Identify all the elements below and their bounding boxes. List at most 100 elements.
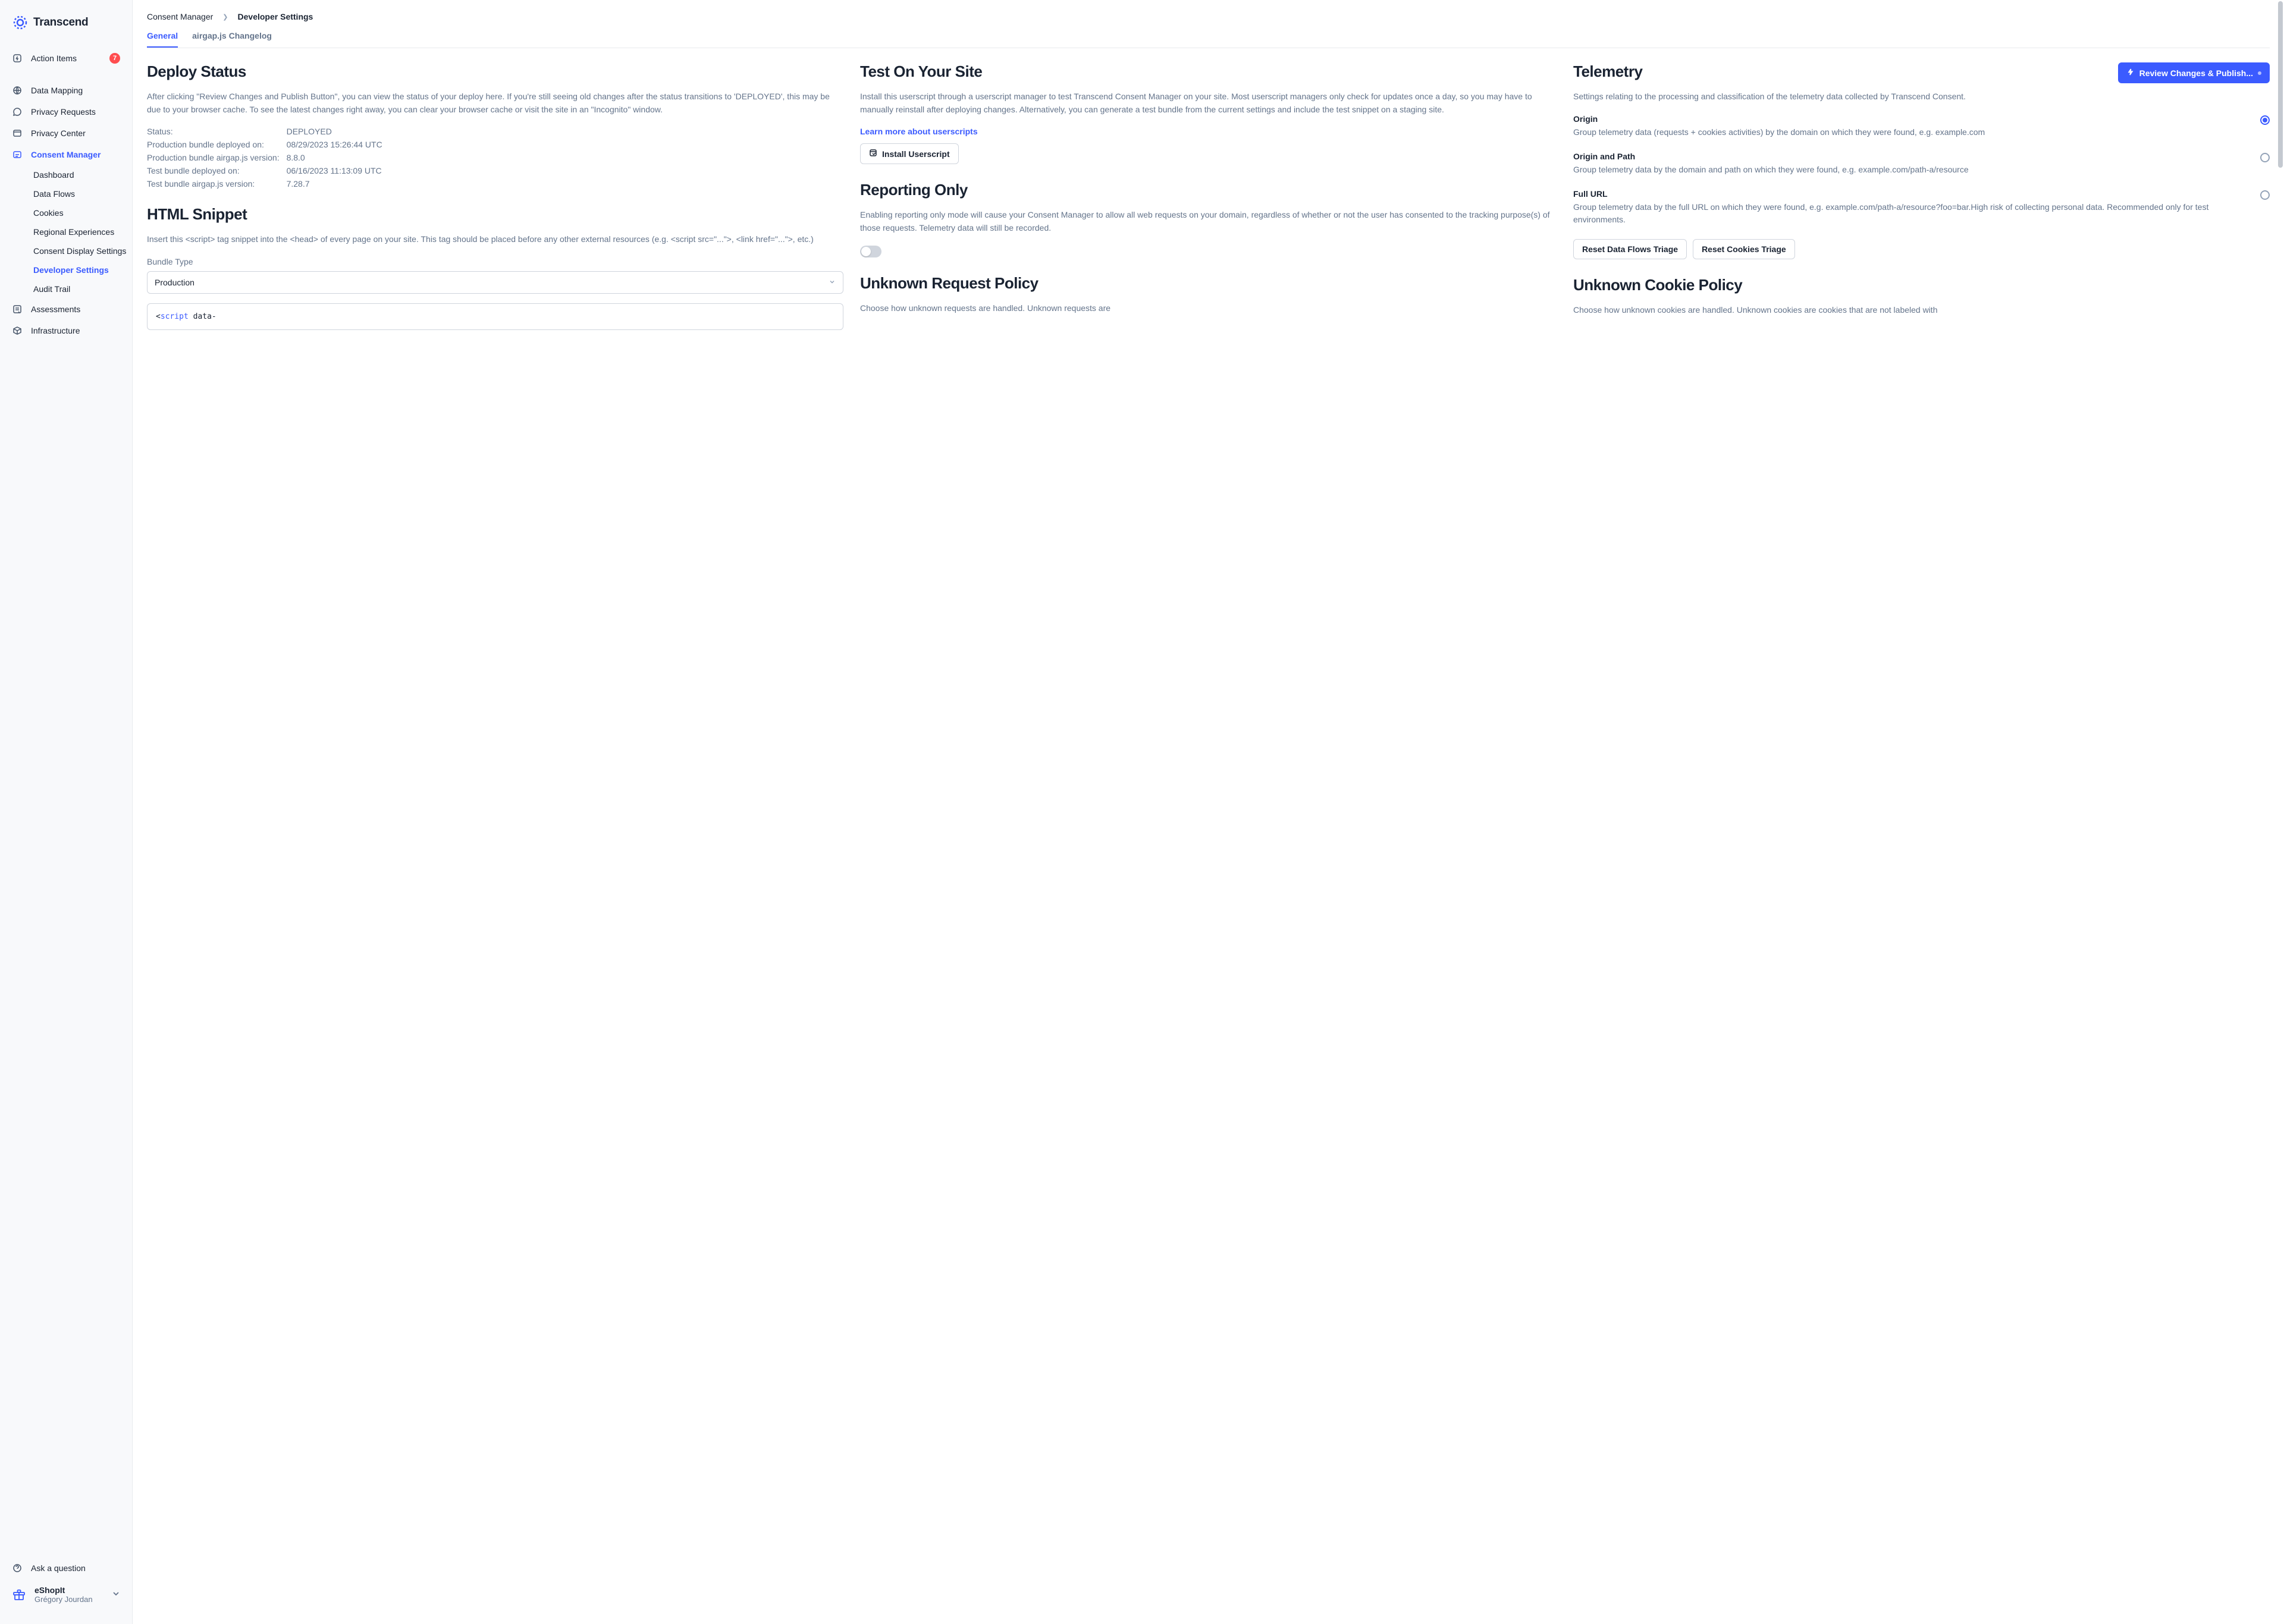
reset-cookies-button[interactable]: Reset Cookies Triage bbox=[1693, 239, 1795, 259]
test-on-value: 06/16/2023 11:13:09 UTC bbox=[287, 166, 843, 175]
cube-icon bbox=[12, 325, 23, 336]
bolt-icon bbox=[12, 53, 23, 64]
main-content: Consent Manager ❯ Developer Settings Gen… bbox=[133, 0, 2284, 1624]
globe-icon bbox=[12, 85, 23, 96]
bundle-type-value: Production bbox=[155, 278, 194, 287]
unknown-req-heading: Unknown Request Policy bbox=[860, 274, 1557, 293]
snippet-heading: HTML Snippet bbox=[147, 205, 843, 224]
reporting-heading: Reporting Only bbox=[860, 181, 1557, 199]
snippet-desc: Insert this <script> tag snippet into th… bbox=[147, 233, 843, 246]
telemetry-desc: Settings relating to the processing and … bbox=[1573, 90, 2270, 103]
subnav-display-settings[interactable]: Consent Display Settings bbox=[33, 241, 132, 260]
reporting-desc: Enabling reporting only mode will cause … bbox=[860, 209, 1557, 234]
telemetry-option-origin-path[interactable]: Origin and Path Group telemetry data by … bbox=[1573, 152, 2270, 176]
opt-label: Origin and Path bbox=[1573, 152, 2251, 161]
unknown-cookie-desc: Choose how unknown cookies are handled. … bbox=[1573, 304, 2270, 317]
radio-icon[interactable] bbox=[2260, 190, 2270, 200]
opt-desc: Group telemetry data by the full URL on … bbox=[1573, 201, 2251, 226]
tabs: General airgap.js Changelog bbox=[147, 25, 2270, 48]
badge-count: 7 bbox=[109, 53, 120, 64]
test-ver-value: 7.28.7 bbox=[287, 179, 843, 189]
test-ver-key: Test bundle airgap.js version: bbox=[147, 179, 280, 189]
prod-ver-value: 8.8.0 bbox=[287, 153, 843, 162]
user-name: Grégory Jourdan bbox=[34, 1595, 103, 1604]
breadcrumb-parent[interactable]: Consent Manager bbox=[147, 12, 213, 21]
user-menu[interactable]: eShopIt Grégory Jourdan bbox=[12, 1579, 120, 1610]
snippet-code[interactable]: <script data- bbox=[147, 303, 843, 330]
chevron-right-icon: ❯ bbox=[222, 13, 228, 21]
ask-label: Ask a question bbox=[31, 1563, 86, 1573]
chevron-down-icon bbox=[829, 278, 836, 287]
prod-on-key: Production bundle deployed on: bbox=[147, 140, 280, 149]
bundle-type-select[interactable]: Production bbox=[147, 271, 843, 294]
nav-action-items[interactable]: Action Items 7 bbox=[0, 48, 132, 69]
telemetry-option-origin[interactable]: Origin Group telemetry data (requests + … bbox=[1573, 114, 2270, 139]
bundle-type-label: Bundle Type bbox=[147, 257, 843, 266]
subnav-audit-trail[interactable]: Audit Trail bbox=[33, 279, 132, 299]
chat-icon bbox=[12, 106, 23, 117]
nav-infrastructure[interactable]: Infrastructure bbox=[0, 320, 132, 341]
nav-label: Privacy Center bbox=[31, 128, 86, 138]
chevron-down-icon bbox=[112, 1590, 120, 1600]
reporting-toggle[interactable] bbox=[860, 246, 881, 257]
publish-button[interactable]: Review Changes & Publish... bbox=[2118, 62, 2270, 83]
unknown-cookie-heading: Unknown Cookie Policy bbox=[1573, 276, 2270, 294]
org-name: eShopIt bbox=[34, 1585, 103, 1595]
main-nav: Action Items 7 Data Mapping Privacy Requ… bbox=[0, 48, 132, 1557]
test-site-heading: Test On Your Site bbox=[860, 62, 1557, 81]
status-value: DEPLOYED bbox=[287, 127, 843, 136]
ask-question[interactable]: Ask a question bbox=[12, 1557, 120, 1579]
help-icon bbox=[12, 1563, 23, 1573]
nav-label: Privacy Requests bbox=[31, 107, 96, 117]
nav-privacy-requests[interactable]: Privacy Requests bbox=[0, 101, 132, 122]
sidebar: Transcend Action Items 7 Data Mapping Pr… bbox=[0, 0, 133, 1624]
nav-label: Data Mapping bbox=[31, 86, 83, 95]
subnav-regional[interactable]: Regional Experiences bbox=[33, 222, 132, 241]
install-userscript-button[interactable]: Install Userscript bbox=[860, 143, 959, 164]
breadcrumb: Consent Manager ❯ Developer Settings bbox=[147, 12, 2270, 21]
subnav-developer-settings[interactable]: Developer Settings bbox=[33, 260, 132, 279]
consent-subnav: Dashboard Data Flows Cookies Regional Ex… bbox=[0, 165, 132, 299]
telemetry-option-full-url[interactable]: Full URL Group telemetry data by the ful… bbox=[1573, 189, 2270, 226]
test-on-key: Test bundle deployed on: bbox=[147, 166, 280, 175]
opt-desc: Group telemetry data (requests + cookies… bbox=[1573, 126, 2251, 139]
window-icon bbox=[12, 128, 23, 139]
nav-assessments[interactable]: Assessments bbox=[0, 299, 132, 320]
nav-privacy-center[interactable]: Privacy Center bbox=[0, 122, 132, 144]
opt-desc: Group telemetry data by the domain and p… bbox=[1573, 164, 2251, 176]
opt-label: Full URL bbox=[1573, 189, 2251, 199]
radio-icon[interactable] bbox=[2260, 115, 2270, 125]
prod-ver-key: Production bundle airgap.js version: bbox=[147, 153, 280, 162]
radio-icon[interactable] bbox=[2260, 153, 2270, 162]
status-dot-icon bbox=[2258, 71, 2261, 75]
nav-label: Infrastructure bbox=[31, 326, 80, 335]
test-desc: Install this userscript through a usersc… bbox=[860, 90, 1557, 116]
nav-label: Assessments bbox=[31, 304, 80, 314]
reset-data-flows-button[interactable]: Reset Data Flows Triage bbox=[1573, 239, 1687, 259]
brand-logo[interactable]: Transcend bbox=[0, 14, 132, 48]
deploy-details: Status: DEPLOYED Production bundle deplo… bbox=[147, 127, 843, 189]
tab-general[interactable]: General bbox=[147, 25, 178, 48]
tab-changelog[interactable]: airgap.js Changelog bbox=[192, 25, 272, 48]
consent-icon bbox=[12, 149, 23, 160]
nav-label: Action Items bbox=[31, 54, 77, 63]
opt-label: Origin bbox=[1573, 114, 2251, 124]
subnav-data-flows[interactable]: Data Flows bbox=[33, 184, 132, 203]
learn-userscripts-link[interactable]: Learn more about userscripts bbox=[860, 127, 1557, 136]
breadcrumb-current: Developer Settings bbox=[238, 12, 313, 21]
scrollbar[interactable] bbox=[2278, 1, 2283, 168]
deploy-status-heading: Deploy Status bbox=[147, 62, 843, 81]
prod-on-value: 08/29/2023 15:26:44 UTC bbox=[287, 140, 843, 149]
bolt-icon bbox=[2126, 68, 2135, 78]
nav-data-mapping[interactable]: Data Mapping bbox=[0, 80, 132, 101]
logo-icon bbox=[12, 14, 29, 31]
gift-icon bbox=[12, 1588, 26, 1602]
install-label: Install Userscript bbox=[882, 149, 950, 159]
subnav-dashboard[interactable]: Dashboard bbox=[33, 165, 132, 184]
nav-label: Consent Manager bbox=[31, 150, 101, 159]
nav-consent-manager[interactable]: Consent Manager bbox=[0, 144, 132, 165]
deploy-desc: After clicking "Review Changes and Publi… bbox=[147, 90, 843, 116]
publish-label: Review Changes & Publish... bbox=[2139, 68, 2253, 78]
unknown-req-desc: Choose how unknown requests are handled.… bbox=[860, 302, 1557, 315]
subnav-cookies[interactable]: Cookies bbox=[33, 203, 132, 222]
